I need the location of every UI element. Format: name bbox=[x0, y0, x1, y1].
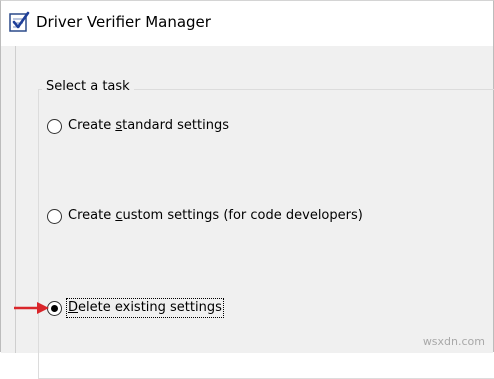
window-title: Driver Verifier Manager bbox=[36, 13, 211, 31]
radio-button-standard[interactable] bbox=[47, 118, 62, 134]
driver-verifier-window: Driver Verifier Manager Select a task Cr… bbox=[0, 0, 494, 379]
title-bar[interactable]: Driver Verifier Manager bbox=[1, 1, 493, 46]
radio-label-standard: Create standard settings bbox=[68, 118, 229, 133]
radio-delete-existing-settings[interactable]: Delete existing settings bbox=[47, 297, 224, 319]
watermark-text: wsxdn.com bbox=[422, 335, 485, 348]
radio-create-standard-settings[interactable]: Create standard settings bbox=[47, 115, 229, 137]
driver-verifier-checklist-icon bbox=[9, 11, 30, 32]
radio-create-custom-settings[interactable]: Create custom settings (for code develop… bbox=[47, 205, 363, 227]
radio-button-custom[interactable] bbox=[47, 208, 62, 224]
groupbox-title: Select a task bbox=[42, 79, 134, 95]
radio-label-custom: Create custom settings (for code develop… bbox=[68, 208, 363, 223]
red-arrow-right-icon bbox=[14, 302, 49, 314]
radio-button-delete[interactable] bbox=[47, 300, 62, 316]
radio-label-delete: Delete existing settings bbox=[66, 298, 224, 318]
